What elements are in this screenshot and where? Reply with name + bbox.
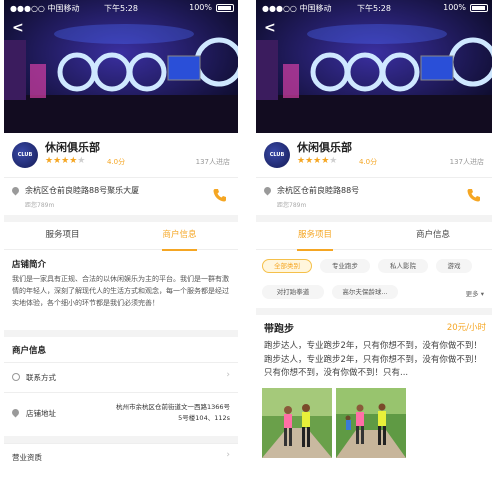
- tab-merchant-info[interactable]: 商户信息: [374, 222, 492, 250]
- location-pin-icon: [262, 185, 273, 196]
- venue-header: CLUB 休闲俱乐部 ★★★★★ 4.0分 137人进店: [256, 133, 492, 175]
- contact-row[interactable]: 联系方式 ›: [4, 362, 238, 392]
- merchant-info-title: 商户信息: [12, 346, 47, 356]
- service-price: 20元/小时: [446, 323, 486, 333]
- section-divider: [4, 330, 238, 337]
- battery-icon: [216, 4, 234, 12]
- distance-text: 距您789m: [277, 202, 307, 209]
- service-description: 跑步达人，专业跑步2年，只有你想不到，没有你做不到！跑步达人，专业跑步2年，只有…: [264, 341, 482, 378]
- license-row[interactable]: 营业资质 ›: [4, 443, 238, 471]
- chevron-right-icon: ›: [226, 450, 230, 460]
- service-photo[interactable]: [336, 388, 406, 458]
- store-address-line2: 5号楼104、112s: [178, 414, 230, 422]
- status-bar: ●●●○○ 中国移动 下午5:28 100%: [4, 3, 238, 15]
- venue-hero-image: ●●●○○ 中国移动 下午5:28 100% <: [4, 0, 238, 133]
- store-address-line1: 杭州市余杭区仓前街道文一西路1366号: [115, 403, 230, 411]
- address-row[interactable]: 余杭区仓前良睦路88号 距您789m: [256, 177, 492, 215]
- venue-logo: CLUB: [12, 142, 38, 168]
- carrier-label: ●●●○○ 中国移动: [10, 4, 80, 13]
- venue-name: 休闲俱乐部: [45, 141, 100, 154]
- status-time: 下午5:28: [104, 4, 138, 13]
- venue-logo: CLUB: [264, 142, 290, 168]
- section-divider: [256, 308, 492, 315]
- carrier-label: ●●●○○ 中国移动: [262, 4, 332, 13]
- chip-pro-running[interactable]: 专业跑步: [320, 259, 370, 273]
- services-screen: ●●●○○ 中国移动 下午5:28 100% < CLUB 休闲俱乐部 ★★★★…: [256, 0, 492, 477]
- chevron-right-icon: ›: [226, 370, 230, 380]
- chip-all-categories[interactable]: 全部类别: [262, 259, 312, 273]
- chip-games[interactable]: 游戏: [436, 259, 472, 273]
- location-pin-icon: [10, 407, 21, 418]
- address-text: 余杭区仓前良睦路88号聚乐大厦: [25, 186, 140, 195]
- tab-services[interactable]: 服务项目: [4, 222, 121, 250]
- tab-merchant-info[interactable]: 商户信息: [121, 222, 238, 251]
- battery-icon: [470, 4, 488, 12]
- visitor-count: 137人进店: [449, 158, 484, 166]
- intro-title: 店铺简介: [12, 260, 47, 270]
- section-divider: [256, 215, 492, 222]
- store-address-label: 店铺地址: [26, 409, 56, 418]
- back-chevron-icon[interactable]: <: [12, 20, 24, 36]
- phone-call-icon[interactable]: [212, 187, 228, 203]
- visitor-count: 137人进店: [195, 158, 230, 166]
- phone-icon: [12, 373, 20, 381]
- phone-call-icon[interactable]: [466, 187, 482, 203]
- battery-percent: 100%: [443, 3, 466, 12]
- location-pin-icon: [10, 185, 21, 196]
- license-label: 营业资质: [12, 453, 42, 462]
- merchant-info-screen: ●●●○○ 中国移动 下午5:28 100% < CLUB 休闲俱乐部 ★★★★…: [4, 0, 238, 477]
- store-address-row[interactable]: 店铺地址 杭州市余杭区仓前街道文一西路1366号 5号楼104、112s: [4, 392, 238, 432]
- back-chevron-icon[interactable]: <: [264, 20, 276, 36]
- venue-hero-image: ●●●○○ 中国移动 下午5:28 100% <: [256, 0, 492, 133]
- battery-percent: 100%: [189, 3, 212, 12]
- address-text: 余杭区仓前良睦路88号: [277, 186, 360, 195]
- rating-stars: ★★★★★: [45, 156, 86, 166]
- rating-stars: ★★★★★: [297, 156, 338, 166]
- venue-header: CLUB 休闲俱乐部 ★★★★★ 4.0分 137人进店: [4, 133, 238, 175]
- venue-name: 休闲俱乐部: [297, 141, 352, 154]
- service-title[interactable]: 带跑步: [264, 320, 294, 335]
- more-categories-button[interactable]: 更多 ▾: [466, 288, 484, 298]
- status-time: 下午5:28: [357, 4, 391, 13]
- tab-bar: 服务项目 商户信息: [4, 222, 238, 251]
- section-divider: [4, 215, 238, 222]
- tab-bar: 服务项目 商户信息: [256, 222, 492, 251]
- section-divider: [4, 436, 238, 443]
- service-photo[interactable]: [262, 388, 332, 458]
- contact-label: 联系方式: [26, 373, 56, 382]
- chip-private-cinema[interactable]: 私人影院: [378, 259, 428, 273]
- address-row[interactable]: 余杭区仓前良睦路88号聚乐大厦 距您789m: [4, 177, 238, 215]
- distance-text: 距您789m: [25, 202, 55, 209]
- rating-score: 4.0分: [107, 158, 126, 166]
- tab-services[interactable]: 服务项目: [256, 222, 374, 251]
- chip-taekwondo[interactable]: 对打跆拳道: [262, 285, 324, 299]
- intro-text: 我们是一家具有正规、合法的以休闲娱乐为主的平台。我们是一群有激情的年轻人，深刻了…: [12, 275, 229, 307]
- chip-golf-bowling[interactable]: 高尔夫保龄球...: [332, 285, 398, 299]
- rating-score: 4.0分: [359, 158, 378, 166]
- status-bar: ●●●○○ 中国移动 下午5:28 100%: [256, 3, 492, 15]
